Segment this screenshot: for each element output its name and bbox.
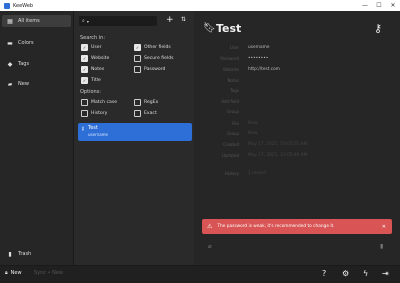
entry-detail-title[interactable]: Test (216, 22, 241, 35)
generate-icon[interactable]: ϟ (363, 269, 368, 278)
sidebar-item-label: New (18, 81, 29, 87)
field-label: History (224, 171, 239, 176)
field-label: Website (223, 67, 239, 72)
all-items-icon: ▦ (7, 17, 13, 25)
checkbox-history[interactable]: History (81, 110, 107, 117)
search-in-label: Search in: (80, 35, 106, 41)
check-icon: ✓ (81, 44, 88, 51)
key-icon[interactable]: ⚷ (374, 22, 382, 35)
field-value[interactable]: •••••••• (248, 56, 268, 61)
warning-text: The password is weak, it's recommended t… (217, 224, 335, 229)
entry-title: Test (88, 125, 98, 131)
sidebar-item-all-items[interactable]: ▦ All items (2, 15, 71, 27)
field-label: Password (220, 56, 239, 61)
key-icon: ⚷ (81, 126, 85, 132)
field-value[interactable]: username (248, 45, 269, 50)
field-label: Notes (227, 78, 239, 83)
title-bar: KeeWeb — ☐ ✕ (0, 0, 400, 11)
app-icon (4, 2, 10, 9)
trash-icon: ▮ (8, 250, 12, 258)
list-pane: ⌕ ▾ + ⇅ Search in: ✓ User ✓ Other fields ✓… (74, 11, 194, 265)
add-entry-button[interactable]: + (166, 15, 174, 25)
checkbox-other-fields[interactable]: ✓ Other fields (134, 44, 171, 51)
list-item[interactable]: ⚷ Test username (78, 123, 192, 141)
checkbox-match-case[interactable]: Match case (81, 99, 117, 106)
sidebar-item-label: Trash (18, 251, 32, 257)
detail-pane: 🔖︎ Test ⚷ User username Password •••••••… (194, 11, 400, 265)
field-label: Group (226, 109, 239, 114)
sidebar-item-trash[interactable]: ▮ Trash (2, 248, 71, 260)
sidebar-item-label: All items (18, 18, 40, 24)
field-label: File (232, 121, 239, 126)
check-icon: ✓ (81, 77, 88, 84)
delete-entry-icon[interactable]: ▮ (380, 243, 383, 250)
checkbox-exact[interactable]: Exact (134, 110, 157, 117)
field-value[interactable]: 1 record (248, 171, 266, 176)
tag-icon: ◆ (7, 60, 13, 68)
sidebar-item-label: Tags (18, 61, 30, 67)
sidebar-item-tags[interactable]: ◆ Tags (2, 58, 71, 70)
field-label: Updated (221, 153, 239, 158)
lock-icon: 🔒︎ (5, 270, 8, 276)
field-value: May 17, 2021, 10:05:31 AM (248, 142, 308, 147)
check-icon: ✓ (134, 44, 141, 51)
field-label: Group (226, 131, 239, 136)
sidebar-item-label: Colors (18, 40, 34, 46)
attachment-icon[interactable]: ⌀ (208, 243, 212, 250)
sidebar-item-new[interactable]: ▰ New (2, 78, 71, 90)
chevron-down-icon[interactable]: ▾ (87, 19, 89, 24)
sidebar: ▦ All items ▬ Colors ◆ Tags ▰ New ▮ Tras… (0, 11, 74, 265)
field-label: Created (223, 142, 239, 147)
help-icon[interactable]: ? (322, 269, 326, 278)
bookmark-icon[interactable]: 🔖︎ (203, 23, 216, 34)
field-value: New (248, 131, 258, 136)
checkbox-secure-fields[interactable]: Secure fields (134, 55, 174, 62)
warning-icon: ⚠ (207, 223, 213, 230)
checkbox-title[interactable]: ✓ Title (81, 77, 101, 84)
field-value: May 17, 2021, 10:05:46 AM (248, 153, 308, 158)
close-icon[interactable]: ✕ (382, 224, 386, 230)
field-label: User (229, 45, 239, 50)
checkbox-notes[interactable]: ✓ Notes (81, 66, 104, 73)
exit-icon[interactable]: ⇥ (382, 269, 389, 278)
sort-button[interactable]: ⇅ (181, 16, 186, 23)
maximize-button[interactable]: ☐ (372, 2, 386, 9)
close-button[interactable]: ✕ (386, 2, 400, 9)
window-title: KeeWeb (13, 2, 34, 9)
sidebar-item-colors[interactable]: ▬ Colors (2, 37, 71, 49)
field-value: New (248, 121, 258, 126)
footer: 🔒︎ New Sync • New ? ⚙ ϟ ⇥ (0, 265, 400, 283)
checkbox-regex[interactable]: RegEx (134, 99, 158, 106)
checkbox-user[interactable]: ✓ User (81, 44, 101, 51)
colors-icon: ▬ (7, 39, 13, 47)
search-icon: ⌕ (82, 18, 85, 24)
minimize-button[interactable]: — (358, 2, 372, 9)
check-icon: ✓ (81, 55, 88, 62)
weak-password-warning: ⚠ The password is weak, it's recommended… (202, 219, 392, 234)
field-value[interactable]: http://test.com (248, 67, 280, 72)
checkbox-website[interactable]: ✓ Website (81, 55, 109, 62)
folder-icon: ▰ (7, 80, 13, 88)
field-label: Add field (221, 99, 239, 104)
open-file-button[interactable]: 🔒︎ New (5, 270, 22, 276)
entry-subtitle: username (88, 132, 108, 137)
check-icon: ✓ (81, 66, 88, 73)
options-label: Options: (80, 89, 101, 95)
search-input[interactable]: ⌕ ▾ (79, 16, 157, 26)
gear-icon[interactable]: ⚙ (342, 269, 349, 278)
sync-status: Sync • New (34, 270, 64, 276)
field-label: Tags (230, 88, 239, 93)
checkbox-password[interactable]: Password (134, 66, 165, 73)
